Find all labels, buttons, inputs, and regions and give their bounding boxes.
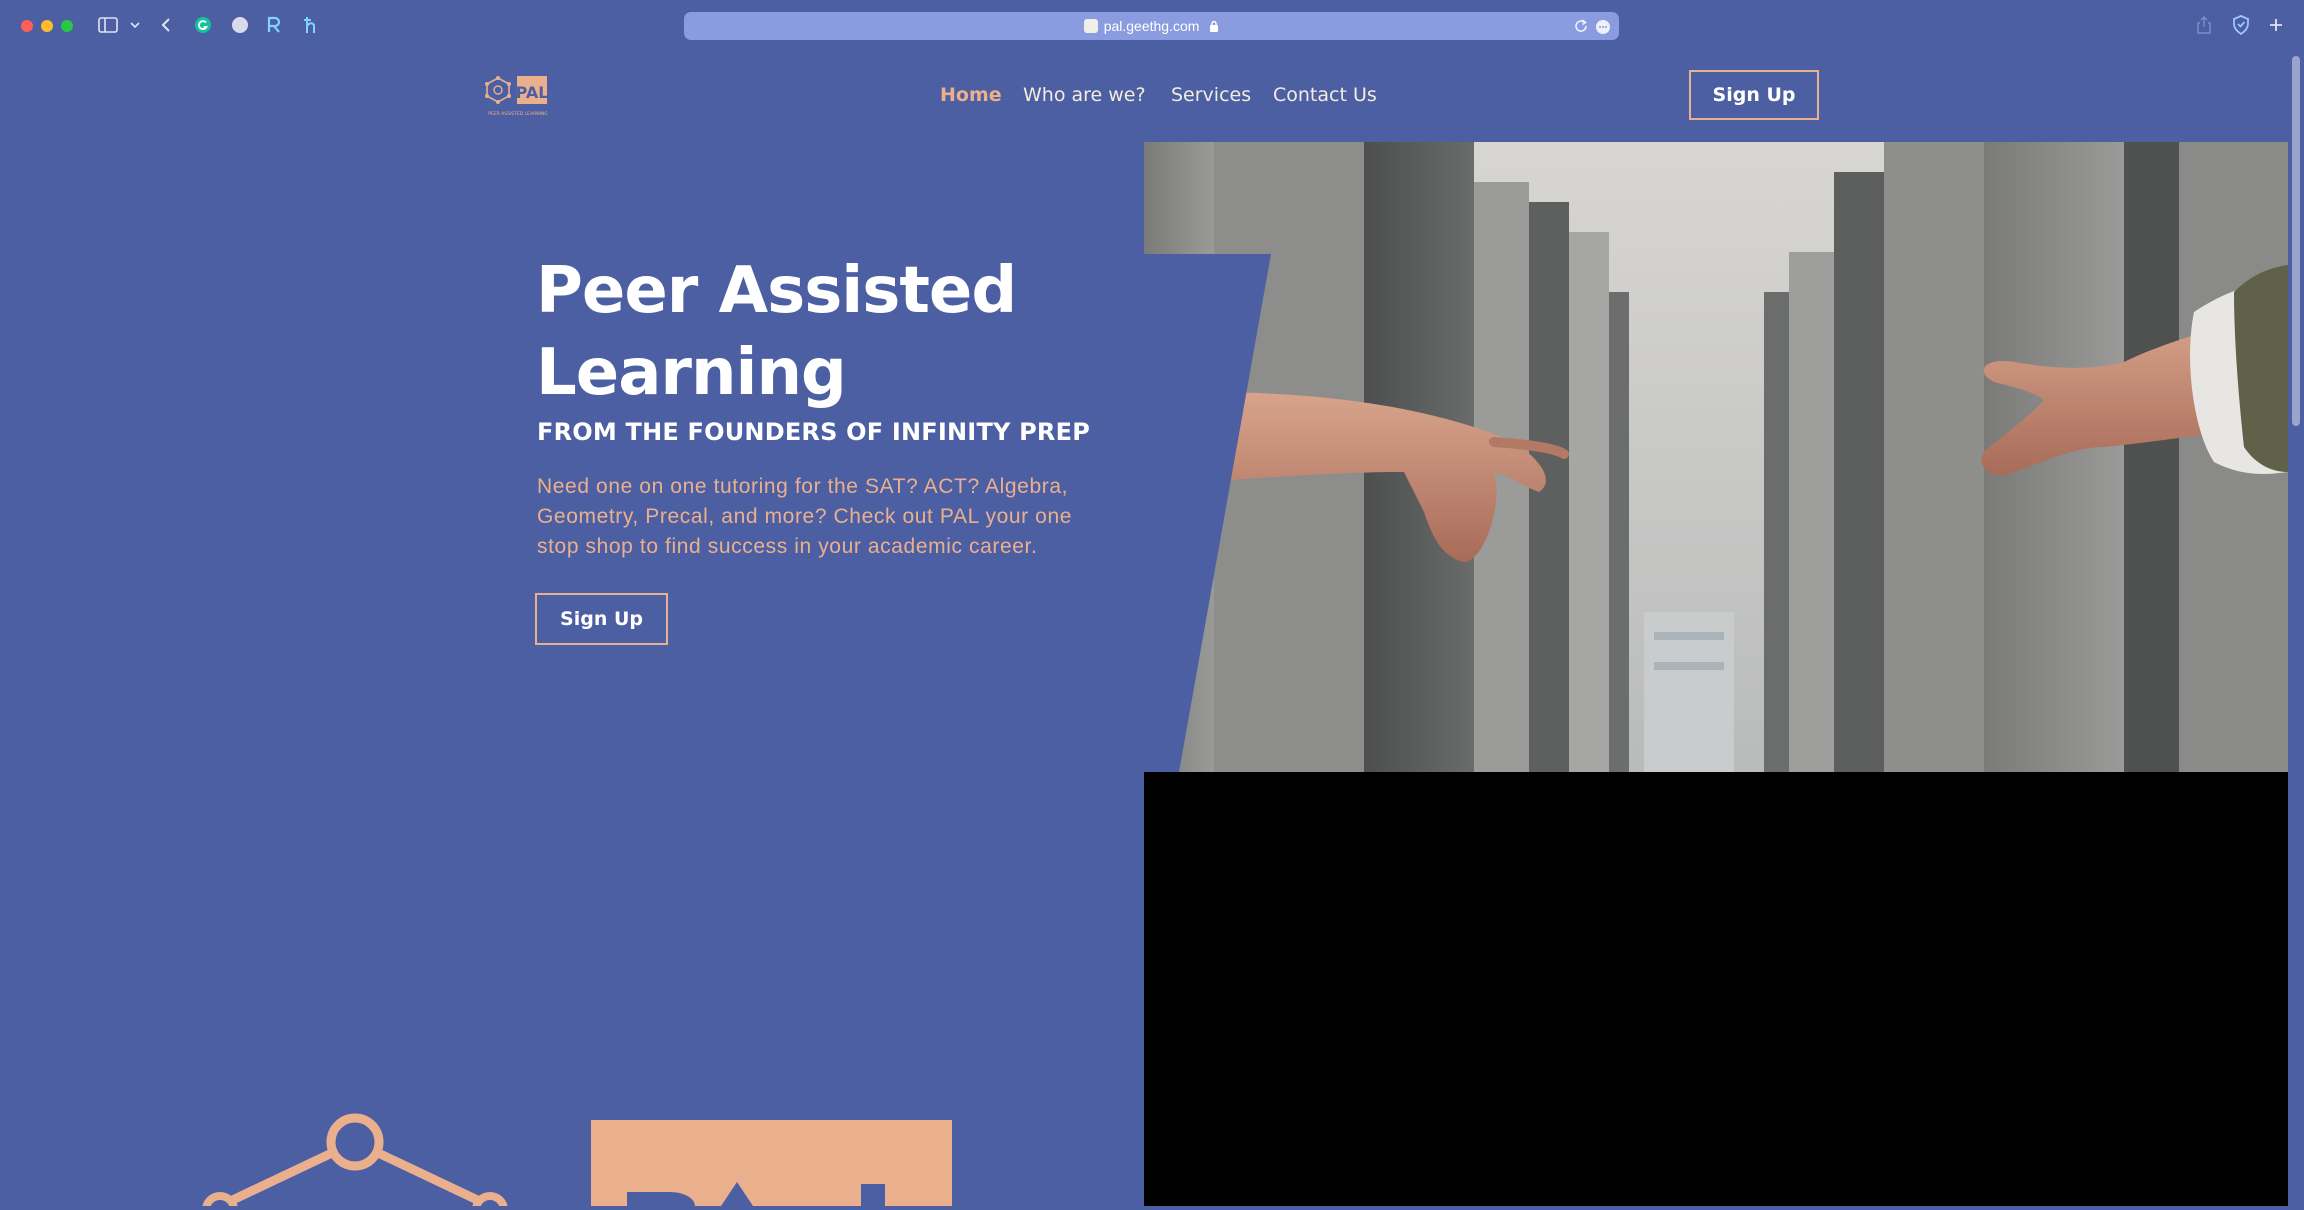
hero-image-hands <box>1144 142 2288 772</box>
address-text: pal.geethg.com <box>684 12 1619 40</box>
minimize-window-button[interactable] <box>41 20 53 32</box>
reload-icon[interactable] <box>1573 18 1589 38</box>
lock-icon <box>1209 13 1219 41</box>
hero-video-placeholder <box>1144 772 2288 1206</box>
logo-wordmark: PAL <box>516 83 549 102</box>
r-extension-icon[interactable] <box>264 12 284 38</box>
more-options-icon[interactable] <box>1595 19 1611 39</box>
share-icon[interactable] <box>2194 12 2214 38</box>
nav-home[interactable]: Home <box>940 82 1002 108</box>
hero-description: Need one on one tutoring for the SAT? AC… <box>537 475 1073 558</box>
sidebar-icon[interactable] <box>96 12 120 38</box>
new-tab-icon[interactable] <box>2266 12 2286 38</box>
url-label: pal.geethg.com <box>1103 18 1200 34</box>
pal-badge-large <box>591 1120 952 1206</box>
hero-signup-button[interactable]: Sign Up <box>535 593 668 645</box>
molecule-illustration-icon <box>200 1110 530 1210</box>
logo-tagline: PEER ASSISTED LEARNING <box>488 111 548 117</box>
hero-subtitle: FROM THE FOUNDERS OF INFINITY PREP <box>537 418 1090 446</box>
address-bar[interactable]: pal.geethg.com <box>684 12 1619 40</box>
nav-who-are-we[interactable]: Who are we? <box>1023 82 1146 108</box>
extension-circle-icon[interactable] <box>229 12 251 38</box>
grammarly-extension-icon[interactable] <box>192 12 214 38</box>
nav-services[interactable]: Services <box>1171 82 1251 108</box>
h-extension-icon[interactable] <box>300 12 322 38</box>
scrollbar-thumb[interactable] <box>2292 56 2300 426</box>
back-icon[interactable] <box>156 12 176 38</box>
close-window-button[interactable] <box>21 20 33 32</box>
nav-contact-us[interactable]: Contact Us <box>1273 82 1377 108</box>
hero-title: Peer Assisted Learning <box>536 254 1017 410</box>
maximize-window-button[interactable] <box>61 20 73 32</box>
chevron-down-icon[interactable] <box>128 12 142 38</box>
header-signup-button[interactable]: Sign Up <box>1689 70 1819 120</box>
site-favicon-icon <box>1083 19 1098 33</box>
shield-icon[interactable] <box>2230 12 2252 38</box>
hero-diagonal-overlay <box>1144 142 1274 772</box>
pal-badge-lettering <box>627 1182 885 1206</box>
pal-logo[interactable]: PAL PEER ASSISTED LEARNING <box>482 74 554 120</box>
browser-toolbar: pal.geethg.com <box>0 0 2304 52</box>
